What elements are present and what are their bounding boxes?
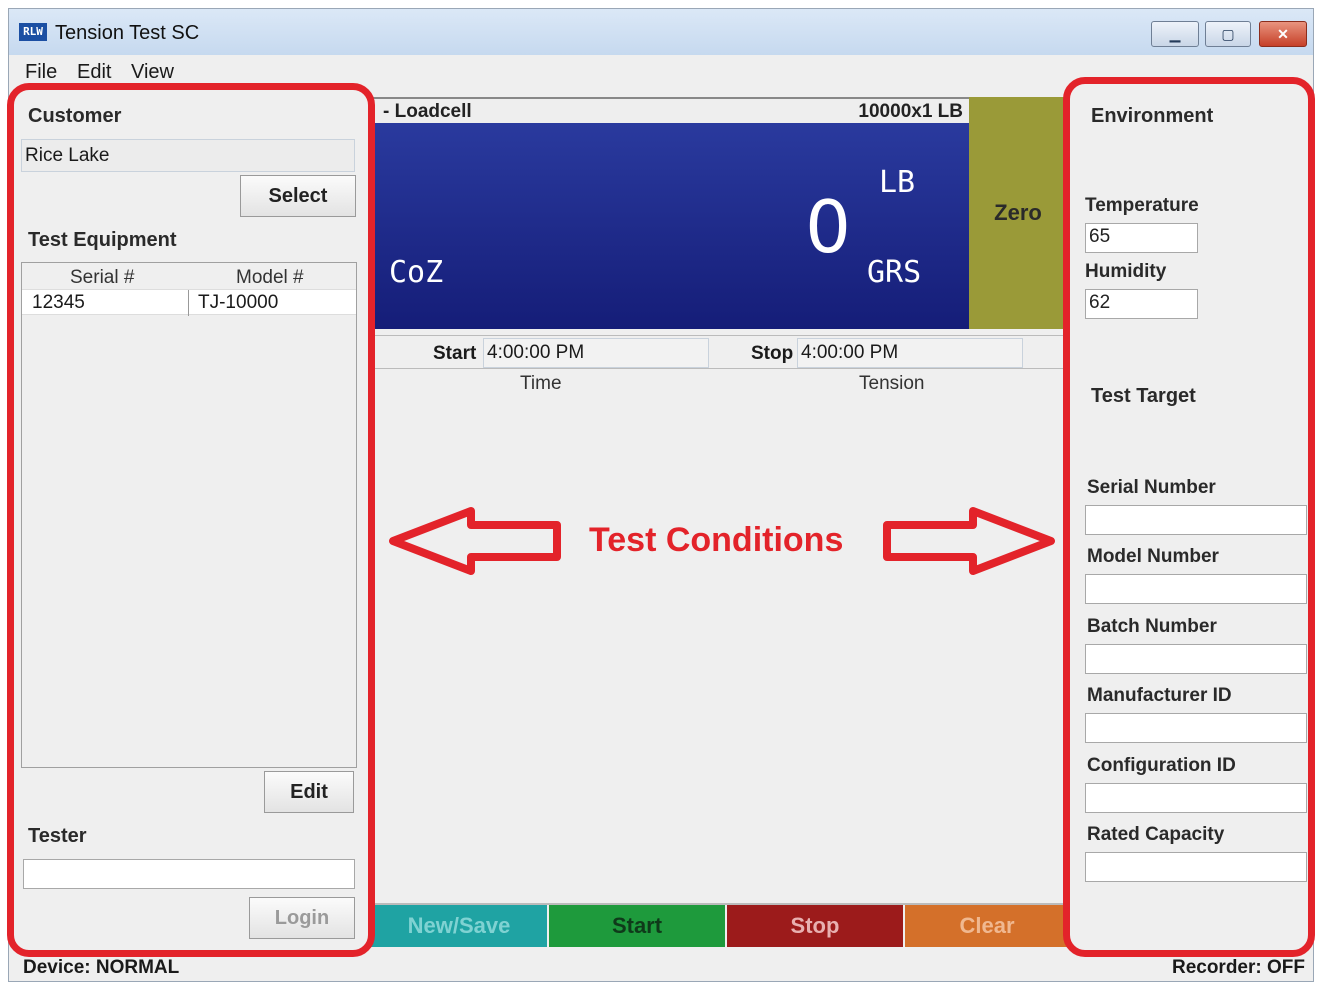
- minimize-button[interactable]: ▁: [1151, 21, 1199, 47]
- column-header-tension: Tension: [859, 373, 925, 394]
- right-arrow-icon: [883, 507, 1055, 575]
- menu-edit[interactable]: Edit: [77, 61, 111, 84]
- start-label: Start: [433, 343, 477, 364]
- weight-display: LB 0 GRS CoZ: [371, 123, 969, 329]
- app-window: RLW Tension Test SC ▁ ▢ ✕ File Edit View…: [7, 8, 1315, 983]
- scale-capacity: 10000x1 LB: [858, 101, 963, 122]
- scale-name: - Loadcell: [383, 101, 472, 122]
- gross-mode-label: GRS: [867, 255, 922, 290]
- window-title: Tension Test SC: [55, 22, 200, 44]
- app-logo-icon: RLW: [19, 23, 47, 41]
- close-button[interactable]: ✕: [1259, 21, 1307, 47]
- start-button[interactable]: Start: [549, 905, 725, 947]
- weight-value: 0: [805, 185, 851, 269]
- menu-file[interactable]: File: [25, 61, 57, 84]
- clear-button[interactable]: Clear: [905, 905, 1069, 947]
- device-status: Device: NORMAL: [23, 957, 180, 978]
- column-header-time: Time: [520, 373, 562, 394]
- title-bar: RLW Tension Test SC ▁ ▢ ✕: [9, 9, 1313, 55]
- unit-label: LB: [879, 165, 916, 200]
- start-time-field: 4:00:00 PM: [483, 338, 709, 368]
- center-of-zero-indicator: CoZ: [389, 255, 444, 290]
- right-panel-highlight: [1063, 77, 1315, 957]
- scale-header: - Loadcell 10000x1 LB: [371, 97, 969, 123]
- stop-label: Stop: [751, 343, 794, 364]
- stop-time-field: 4:00:00 PM: [797, 338, 1023, 368]
- zero-button[interactable]: Zero: [969, 97, 1067, 329]
- recorder-status: Recorder: OFF: [1171, 957, 1305, 978]
- left-arrow-icon: [389, 507, 561, 575]
- stop-button[interactable]: Stop: [727, 905, 903, 947]
- time-row: Start 4:00:00 PM Stop 4:00:00 PM: [371, 335, 1069, 369]
- test-conditions-annotation: Test Conditions: [589, 521, 844, 559]
- new-save-button[interactable]: New/Save: [371, 905, 547, 947]
- menu-view[interactable]: View: [131, 61, 174, 84]
- maximize-button[interactable]: ▢: [1205, 21, 1251, 47]
- left-panel-highlight: [7, 83, 375, 957]
- status-bar: Device: NORMAL Recorder: OFF: [9, 953, 1313, 983]
- action-bar: New/Save Start Stop Clear: [371, 903, 1069, 947]
